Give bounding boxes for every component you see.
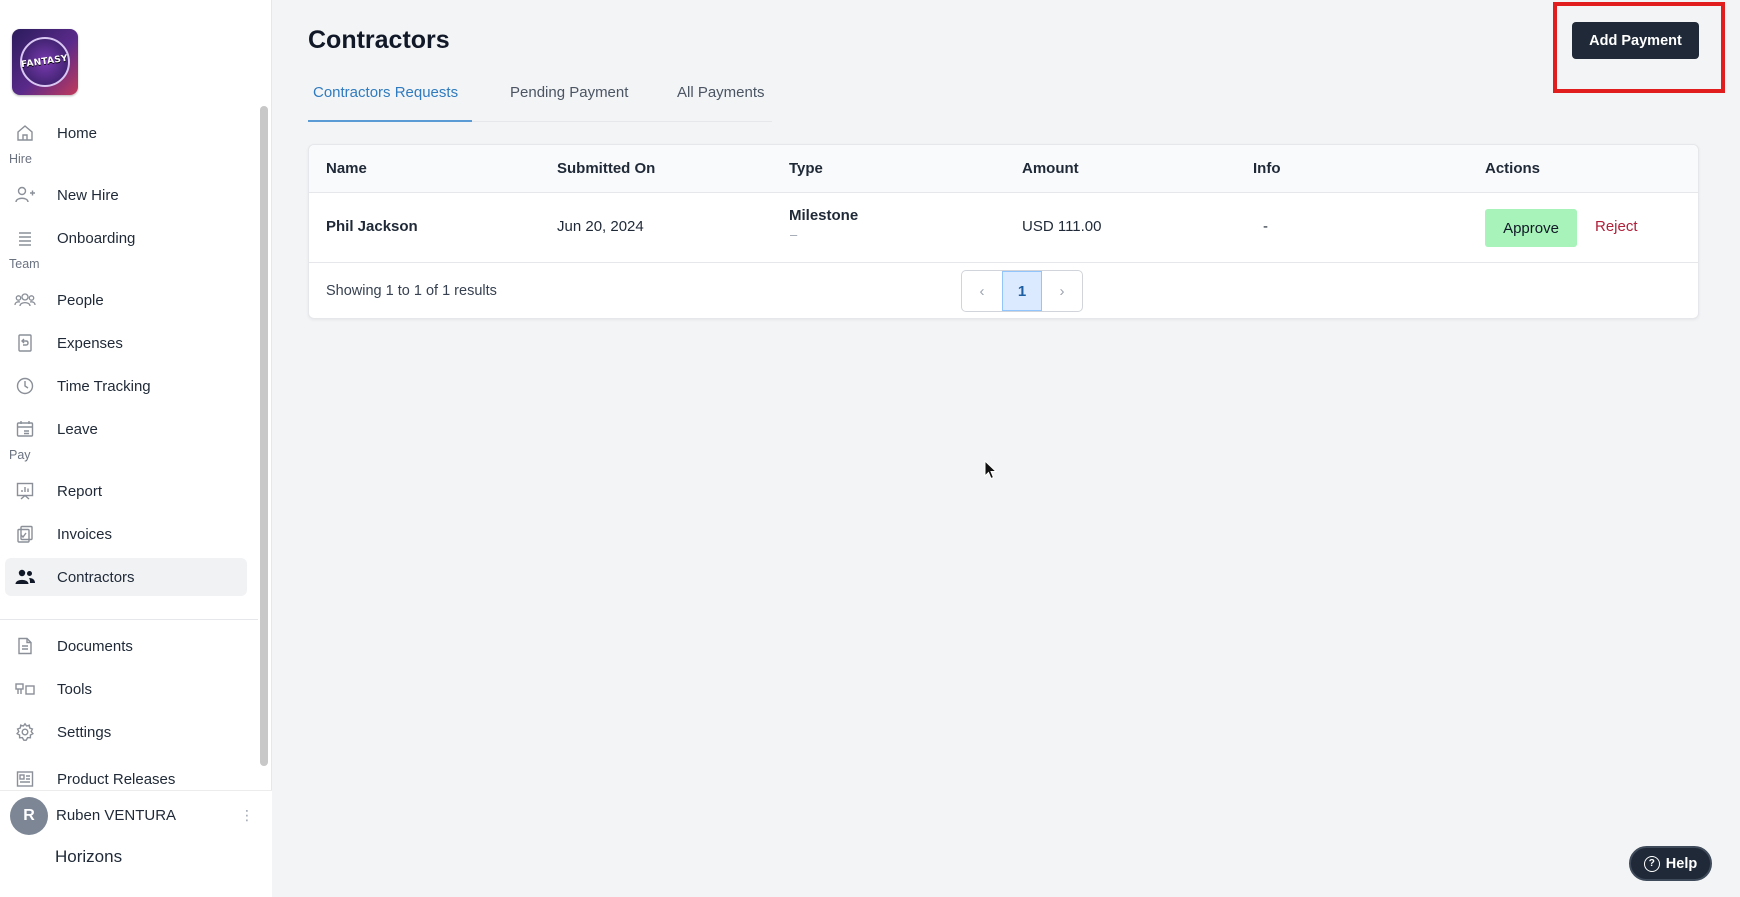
sidebar-item-contractors[interactable]: Contractors — [5, 558, 247, 596]
company-logo[interactable]: FANTASY — [12, 29, 78, 95]
sidebar-item-onboarding[interactable]: Onboarding — [5, 219, 247, 257]
sidebar-item-settings[interactable]: Settings — [5, 713, 247, 751]
more-options-icon[interactable]: ⋮ — [240, 805, 254, 825]
sidebar-item-people[interactable]: People — [5, 281, 247, 319]
tab-pending-payment[interactable]: Pending Payment — [510, 84, 628, 101]
add-user-icon — [12, 184, 38, 206]
next-page-button[interactable]: › — [1042, 271, 1082, 311]
sidebar-item-label: Tools — [57, 680, 93, 698]
reject-button[interactable]: Reject — [1595, 218, 1638, 235]
sidebar-item-time-tracking[interactable]: Time Tracking — [5, 367, 247, 405]
sidebar: FANTASY Home Hire New Hire Onboarding Te… — [0, 0, 272, 897]
cell-type: Milestone — [789, 207, 859, 224]
sidebar-item-leave[interactable]: Leave — [5, 410, 247, 448]
user-name: Ruben VENTURA — [56, 807, 177, 824]
help-label: Help — [1665, 855, 1698, 872]
section-label-hire: Hire — [9, 152, 32, 166]
table-header: Name Submitted On Type Amount Info Actio… — [309, 145, 1698, 193]
tab-contractors-requests[interactable]: Contractors Requests — [313, 84, 458, 101]
sidebar-divider — [0, 619, 258, 620]
contractors-requests-table: Name Submitted On Type Amount Info Actio… — [308, 144, 1699, 319]
list-icon — [12, 227, 38, 249]
sidebar-item-label: Report — [57, 482, 103, 500]
sidebar-item-label: Invoices — [57, 525, 113, 543]
sidebar-item-label: Onboarding — [57, 229, 136, 247]
sidebar-item-documents[interactable]: Documents — [5, 627, 247, 665]
user-profile[interactable]: R Ruben VENTURA ⋮ Horizons — [0, 790, 272, 897]
sidebar-item-label: People — [57, 291, 104, 309]
tabs: Contractors Requests Pending Payment All… — [308, 78, 772, 122]
sidebar-item-label: Settings — [57, 723, 112, 741]
document-icon — [12, 635, 38, 657]
section-label-team: Team — [9, 257, 40, 271]
sidebar-item-label: Time Tracking — [57, 377, 151, 395]
sidebar-item-expenses[interactable]: Expenses — [5, 324, 247, 362]
sidebar-item-home[interactable]: Home — [5, 114, 247, 152]
column-header-name: Name — [326, 160, 367, 177]
cell-submitted-on: Jun 20, 2024 — [557, 218, 644, 235]
question-icon: ? — [1643, 855, 1660, 872]
pagination: ‹ 1 › — [961, 270, 1083, 312]
column-header-type: Type — [789, 160, 823, 177]
table-row: Phil Jackson Jun 20, 2024 Milestone – US… — [309, 193, 1698, 263]
tools-icon — [12, 678, 38, 700]
page-1-button[interactable]: 1 — [1002, 271, 1042, 311]
sidebar-item-label: New Hire — [57, 186, 119, 204]
calendar-icon — [12, 418, 38, 440]
logo-text: FANTASY — [20, 53, 70, 71]
active-tab-indicator — [308, 120, 472, 122]
sidebar-item-new-hire[interactable]: New Hire — [5, 176, 247, 214]
section-label-pay: Pay — [9, 448, 31, 462]
sidebar-item-label: Home — [57, 124, 98, 142]
results-summary: Showing 1 to 1 of 1 results — [326, 283, 497, 299]
column-header-info: Info — [1253, 160, 1281, 177]
approve-button[interactable]: Approve — [1485, 209, 1577, 247]
receipt-icon — [12, 332, 38, 354]
cell-type-sub: – — [790, 227, 798, 242]
home-icon — [12, 122, 38, 144]
cell-amount: USD 111.00 — [1022, 218, 1102, 235]
avatar[interactable]: R — [10, 797, 48, 835]
sidebar-item-product-releases[interactable]: Product Releases — [5, 760, 247, 788]
previous-page-button[interactable]: ‹ — [962, 271, 1002, 311]
sidebar-item-label: Documents — [57, 637, 133, 655]
gear-icon — [12, 721, 38, 743]
releases-icon — [12, 768, 38, 788]
logo-badge: FANTASY — [20, 37, 70, 87]
sidebar-item-invoices[interactable]: Invoices — [5, 515, 247, 553]
cell-name: Phil Jackson — [326, 218, 418, 235]
sidebar-item-label: Contractors — [57, 568, 135, 586]
sidebar-scrollbar[interactable] — [258, 104, 270, 768]
sidebar-scrollbar-thumb[interactable] — [260, 106, 268, 766]
sidebar-nav: Home Hire New Hire Onboarding Team Peopl… — [0, 104, 258, 788]
clock-icon — [12, 375, 38, 397]
cell-info: - — [1263, 218, 1268, 235]
report-icon — [12, 480, 38, 502]
help-button[interactable]: ? Help — [1629, 846, 1712, 881]
company-name: Horizons — [55, 847, 123, 866]
contractors-icon — [12, 566, 38, 588]
mouse-cursor-icon — [984, 459, 998, 485]
sidebar-item-label: Expenses — [57, 334, 123, 352]
invoice-icon — [12, 523, 38, 545]
column-header-submitted-on: Submitted On — [557, 160, 656, 177]
sidebar-item-report[interactable]: Report — [5, 472, 247, 510]
tab-all-payments[interactable]: All Payments — [677, 84, 765, 101]
sidebar-item-tools[interactable]: Tools — [5, 670, 247, 708]
add-payment-button[interactable]: Add Payment — [1572, 22, 1699, 59]
column-header-amount: Amount — [1022, 160, 1079, 177]
sidebar-item-label: Product Releases — [57, 770, 176, 788]
sidebar-item-label: Leave — [57, 420, 98, 438]
people-icon — [12, 289, 38, 311]
page-title: Contractors — [308, 26, 450, 54]
column-header-actions: Actions — [1485, 160, 1541, 177]
